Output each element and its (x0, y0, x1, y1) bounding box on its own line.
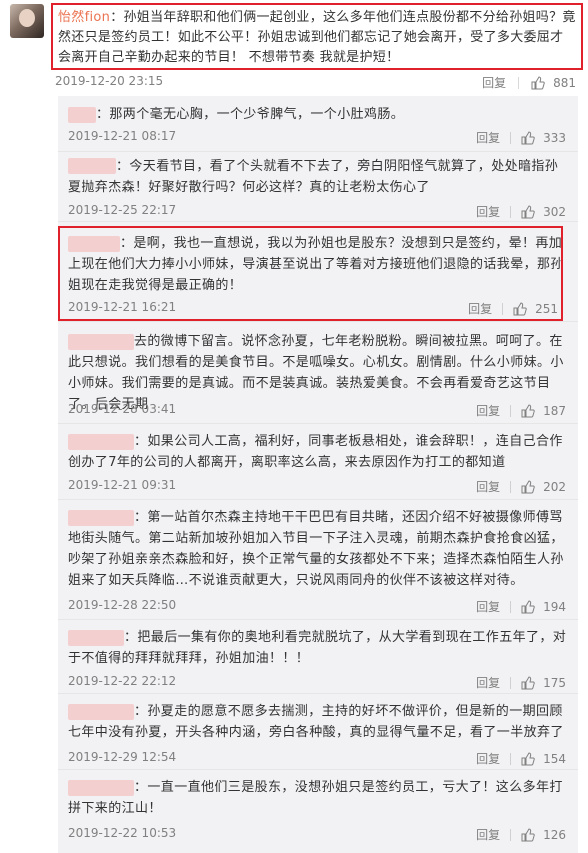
reply-actions: 回复 187 (476, 402, 566, 419)
comment-timestamp: 2019-12-20 23:15 (55, 74, 164, 88)
avatar[interactable] (10, 4, 44, 38)
reply-text: ：孙夏走的愿意不愿多去揣测，主持的好坏不做评价，但是新的一期回顾七年中没有孙夏，… (68, 704, 564, 740)
main-comment-text-block: 怡然fion：孙姐当年辞职和他们俩一起创业，这么多年他们连点股份都不分给孙姐吗？… (58, 8, 576, 68)
main-comment-highlight-box: 怡然fion：孙姐当年辞职和他们俩一起创业，这么多年他们连点股份都不分给孙姐吗？… (51, 3, 583, 70)
divider (58, 321, 578, 322)
reply-button[interactable]: 回复 (476, 129, 500, 146)
username-link[interactable]: 怡然fion (58, 10, 110, 25)
like-count: 194 (543, 599, 566, 614)
like-count: 333 (543, 130, 566, 145)
reply-item: ：孙夏走的愿意不愿多去揣测，主持的好坏不做评价，但是新的一期回顾七年中没有孙夏，… (58, 694, 578, 770)
like-count: 302 (543, 204, 566, 219)
divider (510, 205, 512, 218)
reply-timestamp: 2019-12-22 10:53 (68, 826, 177, 840)
reply-item: ：如果公司人工高，福利好，同事老板悬相处，谁会辞职！，连自己合作创办了7年的公司… (58, 424, 578, 500)
thumbs-up-icon[interactable] (521, 403, 535, 418)
main-comment-body: 孙姐当年辞职和他们俩一起创业，这么多年他们连点股份都不分给孙姐吗？竟然还只是签约… (58, 10, 576, 65)
reply-timestamp: 2019-12-28 22:50 (68, 598, 177, 612)
like-count: 187 (543, 403, 566, 418)
divider (510, 131, 512, 144)
reply-button[interactable]: 回复 (476, 203, 500, 220)
thumbs-up-icon[interactable] (521, 130, 535, 145)
divider (518, 76, 520, 89)
reply-text: ：把最后一集有你的奥地利看完就脱坑了，从大学看到现在工作五年了，对于不值得的拜拜… (68, 630, 567, 666)
thumbs-up-icon[interactable] (531, 75, 545, 90)
reply-item: 去的微博下留言。说怀念孙夏，七年老粉脱粉。瞬间被拉黑。呵呵了。在此只想说。我们想… (58, 324, 578, 424)
reply-button[interactable]: 回复 (476, 750, 500, 767)
weibo-comment-thread: 怡然fion：孙姐当年辞职和他们俩一起创业，这么多年他们连点股份都不分给孙姐吗？… (0, 0, 588, 853)
thumbs-up-icon[interactable] (521, 204, 535, 219)
reply-actions: 回复 175 (476, 674, 566, 691)
reply-button[interactable]: 回复 (476, 826, 500, 843)
reply-highlight-box (58, 226, 563, 321)
like-count: 175 (543, 675, 566, 690)
reply-text: ：如果公司人工高，福利好，同事老板悬相处，谁会辞职！，连自己合作创办了7年的公司… (68, 434, 563, 470)
divider (510, 600, 512, 613)
like-count: 202 (543, 479, 566, 494)
thumbs-up-icon[interactable] (521, 479, 535, 494)
like-count: 881 (553, 75, 576, 90)
reply-actions: 回复 126 (476, 826, 566, 843)
reply-button[interactable]: 回复 (482, 74, 506, 91)
reply-item: ：那两个毫无心胸，一个少爷脾气，一个小肚鸡肠。 2019-12-21 08:17… (58, 96, 578, 152)
like-count: 154 (543, 751, 566, 766)
divider (510, 676, 512, 689)
divider (510, 752, 512, 765)
reply-actions: 回复 154 (476, 750, 566, 767)
colon: ： (110, 10, 124, 25)
reply-button[interactable]: 回复 (476, 598, 500, 615)
reply-button[interactable]: 回复 (476, 402, 500, 419)
reply-button[interactable]: 回复 (476, 478, 500, 495)
reply-text: ：那两个毫无心胸，一个少爷脾气，一个小肚鸡肠。 (96, 107, 405, 122)
thumbs-up-icon[interactable] (521, 675, 535, 690)
reply-timestamp: 2019-12-25 22:17 (68, 203, 177, 217)
reply-timestamp: 2019-12-21 09:31 (68, 478, 177, 492)
replies-panel: ：那两个毫无心胸，一个少爷脾气，一个小肚鸡肠。 2019-12-21 08:17… (58, 96, 578, 853)
reply-text: ：一直一直他们三是股东，没想孙姐只是签约员工，亏大了！这么多年打拼下来的江山！ (68, 780, 563, 816)
reply-timestamp: 2019-12-22 22:12 (68, 674, 177, 688)
reply-actions: 回复 194 (476, 598, 566, 615)
reply-actions: 回复 302 (476, 203, 566, 220)
reply-item: ：把最后一集有你的奥地利看完就脱坑了，从大学看到现在工作五年了，对于不值得的拜拜… (58, 620, 578, 694)
reply-button[interactable]: 回复 (476, 674, 500, 691)
thumbs-up-icon[interactable] (521, 751, 535, 766)
divider (510, 404, 512, 417)
reply-timestamp: 2019-12-21 08:17 (68, 129, 177, 143)
thumbs-up-icon[interactable] (521, 827, 535, 842)
divider (510, 480, 512, 493)
reply-timestamp: 2019-12-28 03:41 (68, 402, 177, 416)
reply-text: ：第一站首尔杰森主持地干干巴巴有目共睹，还因介绍不好被摄像师傅骂地街头随气。第二… (68, 510, 564, 588)
divider (510, 828, 512, 841)
like-count: 126 (543, 827, 566, 842)
thumbs-up-icon[interactable] (521, 599, 535, 614)
main-comment: 怡然fion：孙姐当年辞职和他们俩一起创业，这么多年他们连点股份都不分给孙姐吗？… (0, 0, 588, 92)
reply-item: ：第一站首尔杰森主持地干干巴巴有目共睹，还因介绍不好被摄像师傅骂地街头随气。第二… (58, 500, 578, 620)
reply-actions: 回复 202 (476, 478, 566, 495)
reply-item: ：一直一直他们三是股东，没想孙姐只是签约员工，亏大了！这么多年打拼下来的江山！ … (58, 770, 578, 853)
reply-text: ：今天看节目，看了个头就看不下去了，旁白阴阳怪气就算了，处处暗指孙夏抛弃杰森！好… (68, 159, 559, 195)
comment-actions: 回复 881 (482, 74, 576, 91)
reply-actions: 回复 333 (476, 129, 566, 146)
reply-item: ：今天看节目，看了个头就看不下去了，旁白阴阳怪气就算了，处处暗指孙夏抛弃杰森！好… (58, 152, 578, 222)
reply-timestamp: 2019-12-29 12:54 (68, 750, 177, 764)
